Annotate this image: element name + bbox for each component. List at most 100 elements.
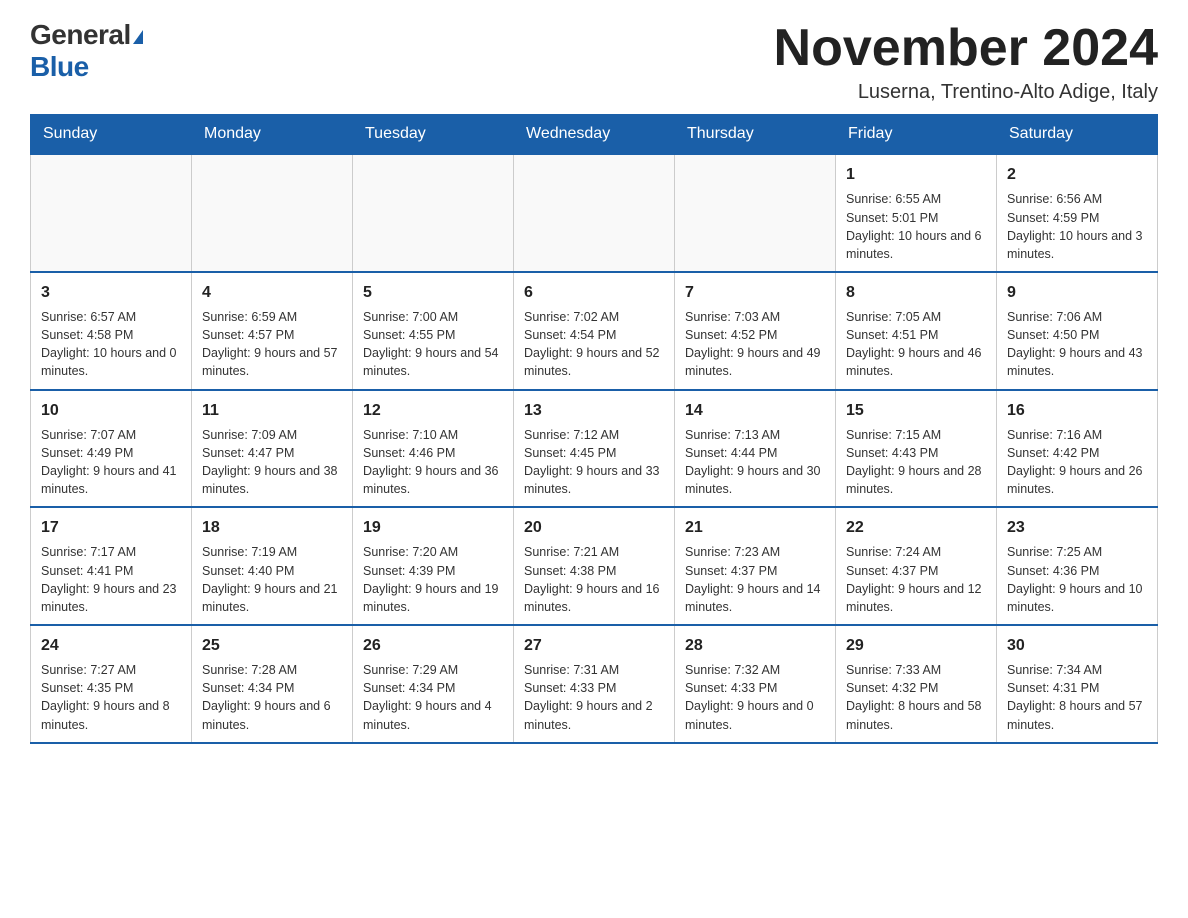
day-info: Sunrise: 7:09 AMSunset: 4:47 PMDaylight:… — [202, 426, 342, 499]
calendar-cell: 26Sunrise: 7:29 AMSunset: 4:34 PMDayligh… — [353, 625, 514, 743]
calendar-cell: 21 Sunrise: 7:23 AMSunset: 4:37 PMDayligh… — [675, 507, 836, 625]
calendar-cell: 8Sunrise: 7:05 AMSunset: 4:51 PMDaylight… — [836, 272, 997, 390]
calendar-cell: 5 Sunrise: 7:00 AMSunset: 4:55 PMDaylight… — [353, 272, 514, 390]
calendar-cell: 6 Sunrise: 7:02 AMSunset: 4:54 PMDaylight… — [514, 272, 675, 390]
location: Luserna, Trentino-Alto Adige, Italy — [774, 81, 1158, 104]
day-info: Sunrise: 7:06 AMSunset: 4:50 PMDaylight:… — [1007, 308, 1147, 381]
day-info: Sunrise: 7:25 AMSunset: 4:36 PMDaylight:… — [1007, 543, 1147, 616]
day-number: 15 — [846, 399, 986, 422]
calendar-cell: 28 Sunrise: 7:32 AMSunset: 4:33 PMDayligh… — [675, 625, 836, 743]
calendar-cell: 17 Sunrise: 7:17 AMSunset: 4:41 PMDayligh… — [31, 507, 192, 625]
day-info: Sunrise: 7:02 AMSunset: 4:54 PMDaylight:… — [524, 308, 664, 381]
day-info: Sunrise: 7:28 AMSunset: 4:34 PMDaylight:… — [202, 661, 342, 734]
calendar-cell: 25 Sunrise: 7:28 AMSunset: 4:34 PMDayligh… — [192, 625, 353, 743]
day-number: 1 — [846, 163, 986, 186]
day-info: Sunrise: 6:56 AMSunset: 4:59 PMDaylight:… — [1007, 190, 1147, 263]
calendar-cell: 11 Sunrise: 7:09 AMSunset: 4:47 PMDayligh… — [192, 390, 353, 508]
day-number: 17 — [41, 516, 181, 539]
calendar-cell: 1 Sunrise: 6:55 AMSunset: 5:01 PMDaylight… — [836, 154, 997, 272]
calendar-cell: 4Sunrise: 6:59 AMSunset: 4:57 PMDaylight… — [192, 272, 353, 390]
calendar-week-row: 3Sunrise: 6:57 AMSunset: 4:58 PMDaylight… — [31, 272, 1158, 390]
column-header-monday: Monday — [192, 115, 353, 155]
day-info: Sunrise: 7:10 AMSunset: 4:46 PMDaylight:… — [363, 426, 503, 499]
day-number: 14 — [685, 399, 825, 422]
calendar-cell: 27Sunrise: 7:31 AMSunset: 4:33 PMDayligh… — [514, 625, 675, 743]
calendar-cell — [675, 154, 836, 272]
day-number: 6 — [524, 281, 664, 304]
day-number: 12 — [363, 399, 503, 422]
day-info: Sunrise: 7:24 AMSunset: 4:37 PMDaylight:… — [846, 543, 986, 616]
calendar-cell: 22 Sunrise: 7:24 AMSunset: 4:37 PMDayligh… — [836, 507, 997, 625]
logo: General Blue — [30, 20, 143, 83]
day-info: Sunrise: 7:07 AMSunset: 4:49 PMDaylight:… — [41, 426, 181, 499]
month-title: November 2024 — [774, 20, 1158, 77]
column-header-wednesday: Wednesday — [514, 115, 675, 155]
day-number: 7 — [685, 281, 825, 304]
calendar-cell: 23Sunrise: 7:25 AMSunset: 4:36 PMDayligh… — [997, 507, 1158, 625]
day-info: Sunrise: 7:29 AMSunset: 4:34 PMDaylight:… — [363, 661, 503, 734]
day-number: 24 — [41, 634, 181, 657]
day-info: Sunrise: 7:32 AMSunset: 4:33 PMDaylight:… — [685, 661, 825, 734]
logo-general-text: General — [30, 19, 131, 50]
calendar-table: SundayMondayTuesdayWednesdayThursdayFrid… — [30, 114, 1158, 743]
calendar-cell: 18 Sunrise: 7:19 AMSunset: 4:40 PMDayligh… — [192, 507, 353, 625]
day-number: 2 — [1007, 163, 1147, 186]
calendar-cell: 14 Sunrise: 7:13 AMSunset: 4:44 PMDayligh… — [675, 390, 836, 508]
day-number: 13 — [524, 399, 664, 422]
day-info: Sunrise: 7:03 AMSunset: 4:52 PMDaylight:… — [685, 308, 825, 381]
day-info: Sunrise: 7:13 AMSunset: 4:44 PMDaylight:… — [685, 426, 825, 499]
column-header-friday: Friday — [836, 115, 997, 155]
calendar-cell: 20Sunrise: 7:21 AMSunset: 4:38 PMDayligh… — [514, 507, 675, 625]
day-number: 16 — [1007, 399, 1147, 422]
day-number: 28 — [685, 634, 825, 657]
day-number: 27 — [524, 634, 664, 657]
day-number: 11 — [202, 399, 342, 422]
calendar-cell — [192, 154, 353, 272]
day-info: Sunrise: 7:17 AMSunset: 4:41 PMDaylight:… — [41, 543, 181, 616]
day-info: Sunrise: 7:00 AMSunset: 4:55 PMDaylight:… — [363, 308, 503, 381]
calendar-cell: 30 Sunrise: 7:34 AMSunset: 4:31 PMDayligh… — [997, 625, 1158, 743]
day-number: 19 — [363, 516, 503, 539]
day-info: Sunrise: 7:33 AMSunset: 4:32 PMDaylight:… — [846, 661, 986, 734]
calendar-cell: 12 Sunrise: 7:10 AMSunset: 4:46 PMDayligh… — [353, 390, 514, 508]
day-info: Sunrise: 6:55 AMSunset: 5:01 PMDaylight:… — [846, 190, 986, 263]
calendar-cell — [514, 154, 675, 272]
day-info: Sunrise: 7:12 AMSunset: 4:45 PMDaylight:… — [524, 426, 664, 499]
column-header-thursday: Thursday — [675, 115, 836, 155]
day-number: 3 — [41, 281, 181, 304]
calendar-cell — [353, 154, 514, 272]
day-number: 30 — [1007, 634, 1147, 657]
calendar-cell: 19 Sunrise: 7:20 AMSunset: 4:39 PMDayligh… — [353, 507, 514, 625]
day-info: Sunrise: 6:59 AMSunset: 4:57 PMDaylight:… — [202, 308, 342, 381]
calendar-cell: 7 Sunrise: 7:03 AMSunset: 4:52 PMDaylight… — [675, 272, 836, 390]
day-info: Sunrise: 7:20 AMSunset: 4:39 PMDaylight:… — [363, 543, 503, 616]
day-number: 8 — [846, 281, 986, 304]
day-number: 20 — [524, 516, 664, 539]
logo-blue-text: Blue — [30, 51, 89, 83]
page-header: General Blue November 2024 Luserna, Tren… — [30, 20, 1158, 104]
calendar-week-row: 10Sunrise: 7:07 AMSunset: 4:49 PMDayligh… — [31, 390, 1158, 508]
day-number: 29 — [846, 634, 986, 657]
calendar-cell: 2 Sunrise: 6:56 AMSunset: 4:59 PMDaylight… — [997, 154, 1158, 272]
calendar-cell: 3Sunrise: 6:57 AMSunset: 4:58 PMDaylight… — [31, 272, 192, 390]
column-header-sunday: Sunday — [31, 115, 192, 155]
day-info: Sunrise: 7:16 AMSunset: 4:42 PMDaylight:… — [1007, 426, 1147, 499]
day-number: 18 — [202, 516, 342, 539]
day-number: 5 — [363, 281, 503, 304]
day-number: 21 — [685, 516, 825, 539]
calendar-header-row: SundayMondayTuesdayWednesdayThursdayFrid… — [31, 115, 1158, 155]
title-block: November 2024 Luserna, Trentino-Alto Adi… — [774, 20, 1158, 104]
day-info: Sunrise: 7:23 AMSunset: 4:37 PMDaylight:… — [685, 543, 825, 616]
day-info: Sunrise: 7:15 AMSunset: 4:43 PMDaylight:… — [846, 426, 986, 499]
calendar-cell: 10Sunrise: 7:07 AMSunset: 4:49 PMDayligh… — [31, 390, 192, 508]
calendar-week-row: 24Sunrise: 7:27 AMSunset: 4:35 PMDayligh… — [31, 625, 1158, 743]
day-number: 25 — [202, 634, 342, 657]
calendar-cell: 15 Sunrise: 7:15 AMSunset: 4:43 PMDayligh… — [836, 390, 997, 508]
calendar-cell: 9 Sunrise: 7:06 AMSunset: 4:50 PMDaylight… — [997, 272, 1158, 390]
day-info: Sunrise: 7:34 AMSunset: 4:31 PMDaylight:… — [1007, 661, 1147, 734]
calendar-cell: 29 Sunrise: 7:33 AMSunset: 4:32 PMDayligh… — [836, 625, 997, 743]
day-info: Sunrise: 7:19 AMSunset: 4:40 PMDaylight:… — [202, 543, 342, 616]
column-header-tuesday: Tuesday — [353, 115, 514, 155]
day-number: 22 — [846, 516, 986, 539]
day-number: 9 — [1007, 281, 1147, 304]
